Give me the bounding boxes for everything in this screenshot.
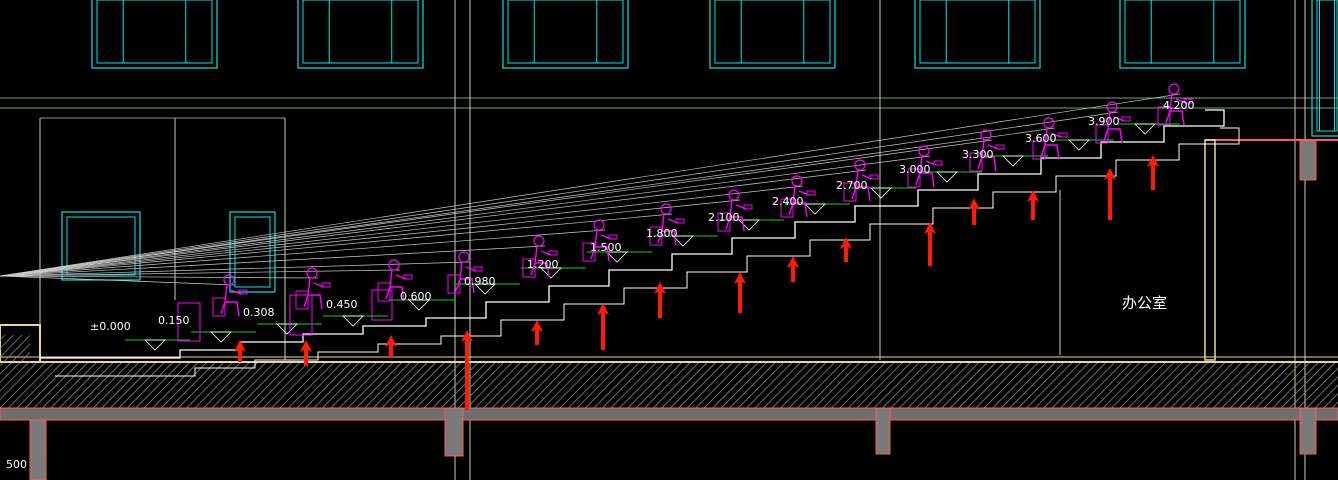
red-arrow-8 [787, 256, 799, 282]
level-triangle-0 [144, 339, 166, 351]
window-inner-0 [96, 0, 213, 64]
sight-line-4 [0, 245, 546, 277]
level-triangle-13 [1002, 155, 1024, 167]
level-11: 2.700 [836, 179, 868, 192]
windows [61, 0, 1338, 293]
column-3 [1299, 407, 1317, 455]
window-2 [502, 0, 629, 69]
figure-head-3 [458, 251, 470, 263]
red-arrow-7 [734, 272, 746, 313]
beam-band [0, 407, 1338, 421]
step-profile [40, 109, 1225, 359]
figure-head-10 [918, 145, 930, 157]
window-inner-4 [919, 0, 1036, 64]
window-inner-1 [302, 0, 419, 64]
sight-line-13 [0, 111, 1119, 277]
figure-head-8 [791, 175, 803, 187]
column-0 [29, 419, 47, 480]
level-10: 2.400 [772, 195, 804, 208]
section-drawing: ±0.000 0.150 0.308 0.450 0.600 0.980 1.2… [0, 0, 1338, 480]
low-window-inner-1 [234, 216, 271, 288]
window-inner-3 [714, 0, 831, 64]
red-arrow-10 [924, 222, 936, 266]
corner-dimension-label: 500 [6, 458, 27, 471]
window-inner-2 [507, 0, 624, 64]
front-desk-2 [289, 294, 313, 336]
low-window-0 [61, 211, 141, 281]
level-8: 1.800 [646, 227, 678, 240]
column-top [1299, 139, 1317, 181]
figure-head-5 [593, 219, 605, 231]
figure-head-0 [223, 274, 235, 286]
level-triangle-10 [804, 203, 826, 215]
level-16: 4.200 [1163, 99, 1195, 112]
level-triangle-1 [210, 331, 232, 343]
level-3: 0.450 [326, 298, 358, 311]
level-triangle-2 [276, 323, 298, 335]
red-arrow-4 [531, 320, 543, 345]
level-14: 3.600 [1025, 132, 1057, 145]
figure-head-2 [388, 259, 400, 271]
level-4: 0.600 [400, 290, 432, 303]
sight-line-12 [0, 127, 1056, 277]
level-13: 3.300 [962, 148, 994, 161]
window-5 [1119, 0, 1246, 69]
level-6: 1.200 [527, 258, 559, 271]
figure-head-6 [660, 203, 672, 215]
level-1: 0.150 [158, 314, 190, 327]
left-block-hatch [0, 335, 30, 362]
floor-hatch [0, 362, 1338, 408]
level-2: 0.308 [243, 306, 275, 319]
red-arrow-2 [385, 335, 397, 358]
red-arrow-0 [234, 340, 246, 362]
red-arrow-5 [597, 303, 609, 350]
office-room-label: 办公室 [1122, 294, 1167, 312]
level-triangle-12 [936, 171, 958, 183]
level-triangle-15 [1134, 123, 1156, 135]
sight-line-7 [0, 199, 741, 277]
seated-figure-1 [295, 267, 331, 310]
sight-line-6 [0, 213, 673, 277]
figure-head-14 [1168, 83, 1180, 95]
right-wall [1204, 139, 1216, 361]
level-15: 3.900 [1088, 115, 1120, 128]
figure-head-13 [1106, 101, 1118, 113]
level-triangle-3 [342, 315, 364, 327]
figure-head-12 [1043, 117, 1055, 129]
level-7: 1.500 [590, 241, 622, 254]
level-triangle-14 [1068, 139, 1090, 151]
figure-head-7 [728, 189, 740, 201]
figure-body-1 [303, 277, 325, 310]
red-arrow-11 [968, 198, 980, 225]
red-arrow-9 [840, 237, 852, 262]
sight-line-11 [0, 139, 993, 277]
level-5: 0.980 [464, 275, 496, 288]
window-inner-5 [1124, 0, 1241, 64]
window-4 [914, 0, 1041, 69]
figure-head-1 [306, 267, 318, 279]
sight-line-8 [0, 185, 804, 277]
level-0: ±0.000 [90, 320, 131, 333]
window-3 [709, 0, 836, 69]
level-9: 2.100 [708, 211, 740, 224]
figure-head-4 [533, 235, 545, 247]
red-arrow-6 [654, 282, 666, 318]
sight-lines [0, 93, 1181, 286]
column-1 [444, 407, 464, 457]
level-triangle-11 [870, 187, 892, 199]
red-arrow-12 [1027, 190, 1039, 220]
window-1 [297, 0, 424, 69]
window-0 [91, 0, 218, 69]
level-12: 3.000 [899, 163, 931, 176]
column-2 [875, 407, 891, 455]
seating-steps [40, 109, 1240, 377]
figure-body-0 [220, 284, 242, 317]
